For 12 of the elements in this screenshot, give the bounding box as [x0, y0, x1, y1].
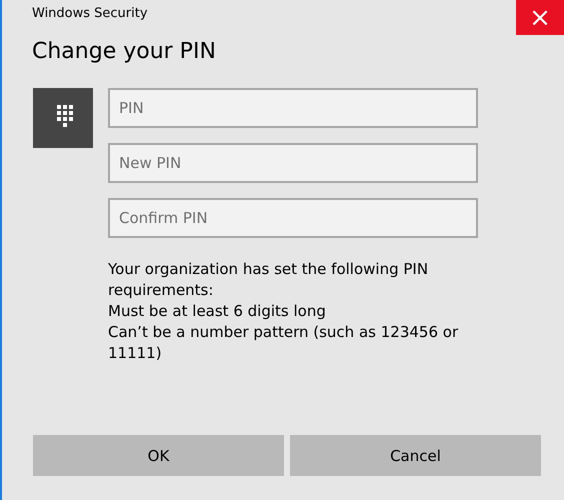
dialog-heading: Change your PIN [32, 39, 217, 64]
window-title: Windows Security [32, 6, 148, 21]
close-button[interactable]: × [516, 0, 564, 35]
pin-field[interactable]: Confirm PIN [108, 198, 478, 238]
keypad-icon [33, 88, 93, 148]
ok-button[interactable]: OK [33, 435, 284, 476]
cancel-button[interactable]: Cancel [290, 435, 541, 476]
pin-field[interactable]: New PIN [108, 143, 478, 183]
requirement-text: Can’t be a number pattern (such as 123456 or 11111) [108, 322, 460, 364]
requirement-text: Your organization has set the following PIN requirements: [108, 259, 430, 301]
pin-field[interactable]: PIN [108, 88, 478, 128]
requirement-text: Must be at least 6 digits long [108, 301, 327, 322]
